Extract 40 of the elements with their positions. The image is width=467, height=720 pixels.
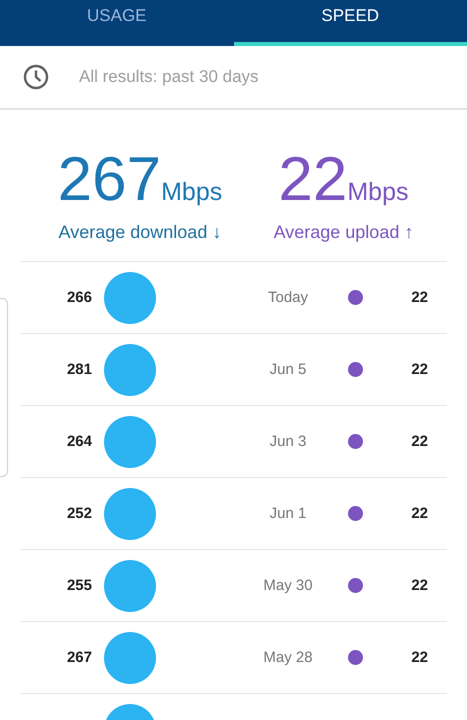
result-date: Jun 1 <box>268 505 308 522</box>
result-date: Jun 3 <box>268 433 308 450</box>
speed-label: Average upload ↑ <box>274 222 414 243</box>
result-date: Jun 5 <box>268 361 308 378</box>
download-value: 267 <box>66 649 92 666</box>
download-value: 281 <box>66 361 92 378</box>
speed-label: Average download ↓ <box>58 222 222 243</box>
upload-value: 22 <box>410 577 428 594</box>
upload-dot-icon <box>348 434 362 449</box>
download-circle-icon <box>104 560 156 612</box>
upload-dot-icon <box>348 578 362 593</box>
upload-dot-icon <box>348 650 362 665</box>
upload-dot-icon <box>348 290 362 305</box>
download-value: 252 <box>66 505 92 522</box>
upload-value: 22 <box>410 361 428 378</box>
download-circle-icon <box>104 632 156 684</box>
result-date: May 30 <box>262 577 314 594</box>
upload-value: 22 <box>410 649 428 666</box>
speed-unit: Mbps <box>161 178 222 207</box>
download-circle-icon <box>104 416 156 468</box>
filter-label: All results: past 30 days <box>79 67 259 87</box>
speed-value: 267 <box>58 148 162 212</box>
tab[interactable]: USAGE <box>0 0 234 46</box>
result-date: Today <box>266 289 310 306</box>
clock-icon[interactable] <box>23 64 49 90</box>
download-circle-icon <box>104 488 156 540</box>
upload-value: 22 <box>410 433 428 450</box>
download-value: 255 <box>66 577 92 594</box>
download-circle-icon <box>104 272 156 324</box>
upload-dot-icon <box>348 506 362 521</box>
upload-value: 22 <box>410 289 428 306</box>
upload-dot-icon <box>348 362 362 377</box>
download-circle-icon <box>104 344 156 396</box>
tab[interactable]: SPEED <box>234 0 467 46</box>
speed-unit: Mbps <box>347 178 408 207</box>
upload-value: 22 <box>410 505 428 522</box>
result-date: May 28 <box>262 649 314 666</box>
download-value: 266 <box>66 289 92 306</box>
speed-value: 22 <box>278 148 348 212</box>
download-value: 264 <box>66 433 92 450</box>
